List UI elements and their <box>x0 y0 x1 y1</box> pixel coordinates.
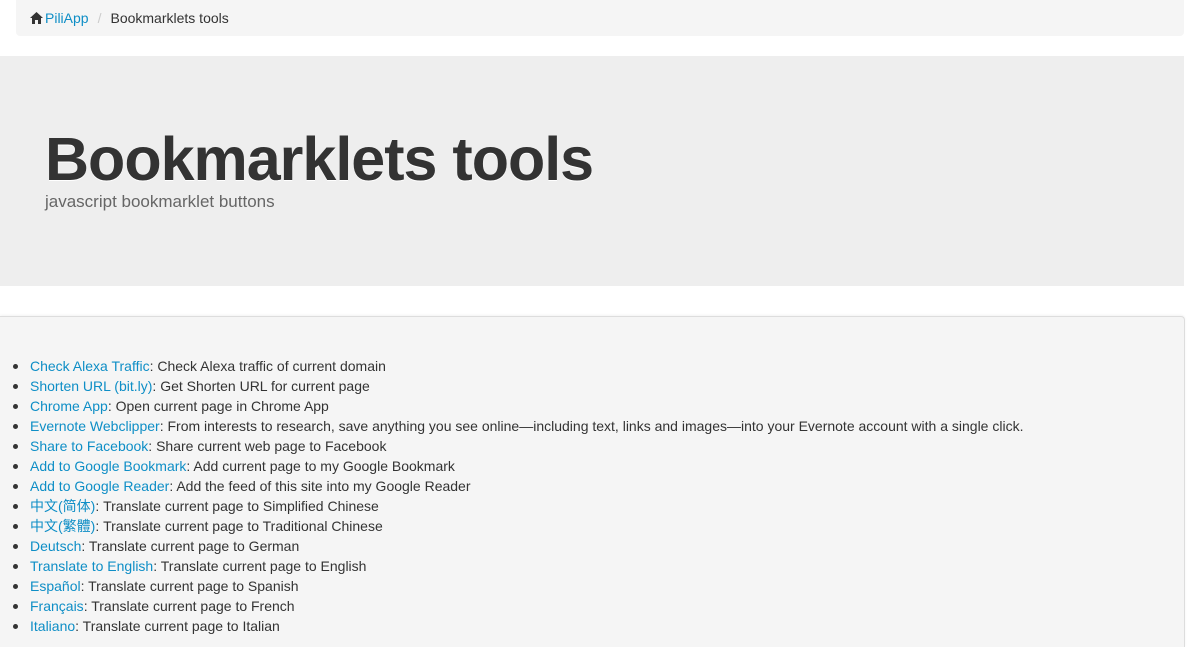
bookmarklet-description: : Translate current page to German <box>81 538 300 554</box>
list-item: Deutsch: Translate current page to Germa… <box>12 536 1023 556</box>
page-title: Bookmarklets tools <box>45 125 594 193</box>
bookmarklet-description: : Translate current page to Traditional … <box>95 518 383 534</box>
bookmarklet-description: : Translate current page to Italian <box>75 618 280 634</box>
bookmarklet-description: : Translate current page to Spanish <box>80 578 299 594</box>
list-item: Chrome App: Open current page in Chrome … <box>12 396 1023 416</box>
breadcrumb-current: Bookmarklets tools <box>110 10 229 26</box>
list-item: Share to Facebook: Share current web pag… <box>12 436 1023 456</box>
list-item: 中文(简体): Translate current page to Simpli… <box>12 496 1023 516</box>
bookmarklet-link[interactable]: Share to Facebook <box>30 438 148 454</box>
bookmarklet-description: : Add current page to my Google Bookmark <box>186 458 455 474</box>
bookmarklet-link[interactable]: Check Alexa Traffic <box>30 358 150 374</box>
bookmarklet-link[interactable]: Translate to English <box>30 558 153 574</box>
bookmarklet-description: : Share current web page to Facebook <box>148 438 387 454</box>
list-item: Add to Google Reader: Add the feed of th… <box>12 476 1023 496</box>
bookmarklet-link[interactable]: Español <box>30 578 81 594</box>
bookmarklet-description: : Translate current page to English <box>153 558 367 574</box>
list-item: Evernote Webclipper: From interests to r… <box>12 416 1024 436</box>
bookmarklet-description: : Check Alexa traffic of current domain <box>149 358 386 374</box>
bookmarklet-description: : Get Shorten URL for current page <box>152 378 370 394</box>
list-item: Français: Translate current page to Fren… <box>12 596 1023 616</box>
page-subtitle: javascript bookmarklet buttons <box>45 192 275 211</box>
bookmarklet-link[interactable]: Deutsch <box>30 538 81 554</box>
bookmarklet-link[interactable]: Français <box>30 598 84 614</box>
breadcrumb-separator: / <box>97 10 102 26</box>
bookmarklet-link[interactable]: 中文(繁體) <box>30 518 95 534</box>
list-item: Shorten URL (bit.ly): Get Shorten URL fo… <box>12 376 1023 396</box>
breadcrumb-home-link[interactable]: PiliApp <box>30 10 89 26</box>
bookmarklet-description: : Translate current page to French <box>83 598 295 614</box>
bookmarklet-link[interactable]: Italiano <box>30 618 75 634</box>
bookmarklet-description: : Translate current page to Simplified C… <box>95 498 379 514</box>
home-icon <box>30 12 43 24</box>
list-item: Check Alexa Traffic: Check Alexa traffic… <box>12 356 1023 376</box>
breadcrumb: PiliApp / Bookmarklets tools <box>16 0 1184 36</box>
bookmarklet-link[interactable]: Add to Google Bookmark <box>30 458 186 474</box>
list-item: Español: Translate current page to Spani… <box>12 576 1023 596</box>
bookmarklet-description: : From interests to research, save anyth… <box>159 418 1024 434</box>
list-item: Add to Google Bookmark: Add current page… <box>12 456 1023 476</box>
list-item: 中文(繁體): Translate current page to Tradit… <box>12 516 1023 536</box>
bookmarklet-link[interactable]: Evernote Webclipper <box>30 418 160 434</box>
bookmarklet-link[interactable]: 中文(简体) <box>30 498 95 514</box>
list-item: Translate to English: Translate current … <box>12 556 1023 576</box>
bookmarklet-link[interactable]: Chrome App <box>30 398 108 414</box>
bookmarklet-link[interactable]: Add to Google Reader <box>30 478 169 494</box>
bookmarklet-list: Check Alexa Traffic: Check Alexa traffic… <box>12 356 1024 636</box>
bookmarklet-link[interactable]: Shorten URL (bit.ly) <box>30 378 152 394</box>
bookmarklet-description: : Add the feed of this site into my Goog… <box>169 478 471 494</box>
bookmarklet-description: : Open current page in Chrome App <box>107 398 329 414</box>
list-item: Italiano: Translate current page to Ital… <box>12 616 1023 636</box>
breadcrumb-home-label: PiliApp <box>45 10 89 26</box>
